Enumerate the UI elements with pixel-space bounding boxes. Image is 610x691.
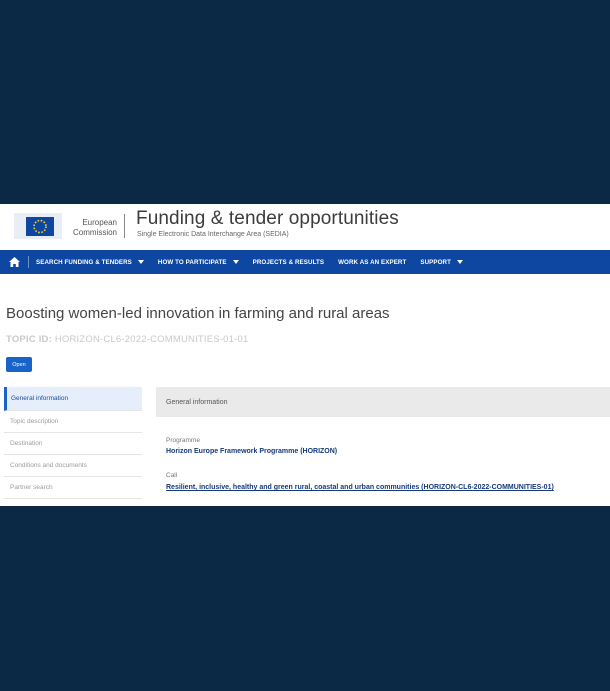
ec-line1: European <box>82 218 118 227</box>
site-title[interactable]: Funding & tender opportunities <box>136 208 399 230</box>
nav-label: SUPPORT <box>420 258 452 266</box>
commission-label: European Commission <box>73 218 117 238</box>
sidebar: General information Topic description De… <box>4 387 142 499</box>
call-label: Call <box>166 472 178 479</box>
header-divider <box>124 214 125 238</box>
sidebar-item-partner-search[interactable]: Partner search <box>4 477 142 499</box>
nav-label: WORK AS AN EXPERT <box>338 258 407 266</box>
sidebar-item-general-information[interactable]: General information <box>4 387 142 411</box>
section-title: General information <box>156 387 610 417</box>
nav-work-as-expert[interactable]: WORK AS AN EXPERT <box>331 259 413 266</box>
topic-id-value: HORIZON-CL6-2022-COMMUNITIES-01-01 <box>54 334 249 345</box>
caret-down-icon <box>232 260 239 264</box>
programme-value: Horizon Europe Framework Programme (HORI… <box>166 448 338 455</box>
nav-support[interactable]: SUPPORT <box>413 259 470 266</box>
page-title: Boosting women-led innovation in farming… <box>6 305 390 322</box>
nav-label: HOW TO PARTICIPATE <box>157 258 227 266</box>
main-nav: SEARCH FUNDING & TENDERS HOW TO PARTICIP… <box>0 250 610 274</box>
caret-down-icon <box>457 260 464 264</box>
nav-how-to-participate[interactable]: HOW TO PARTICIPATE <box>151 259 246 266</box>
topic-id: TOPIC ID: HORIZON-CL6-2022-COMMUNITIES-0… <box>6 334 248 345</box>
eu-flag-logo[interactable] <box>14 213 62 239</box>
site-header: European Commission Funding & tender opp… <box>0 204 610 248</box>
sidebar-item-conditions-documents[interactable]: Conditions and documents <box>4 455 142 477</box>
topic-prefix: TOPIC ID: <box>6 334 52 345</box>
call-link[interactable]: Resilient, inclusive, healthy and green … <box>166 484 554 491</box>
sidebar-item-topic-description[interactable]: Topic description <box>4 411 142 433</box>
main-content: General information Programme Horizon Eu… <box>156 387 610 506</box>
nav-search-funding[interactable]: SEARCH FUNDING & TENDERS <box>29 259 151 266</box>
sidebar-item-destination[interactable]: Destination <box>4 433 142 455</box>
site-subtitle: Single Electronic Data Interchange Area … <box>137 231 289 238</box>
nav-label: SEARCH FUNDING & TENDERS <box>36 258 132 266</box>
nav-label: PROJECTS & RESULTS <box>252 258 325 266</box>
ec-line2: Commission <box>73 228 118 237</box>
home-icon[interactable] <box>0 250 28 274</box>
screenshot-panel: European Commission Funding & tender opp… <box>0 204 610 506</box>
caret-down-icon <box>137 260 144 264</box>
nav-projects-results[interactable]: PROJECTS & RESULTS <box>246 259 331 266</box>
programme-label: Programme <box>166 437 200 444</box>
status-open-badge[interactable]: Open <box>6 357 32 372</box>
